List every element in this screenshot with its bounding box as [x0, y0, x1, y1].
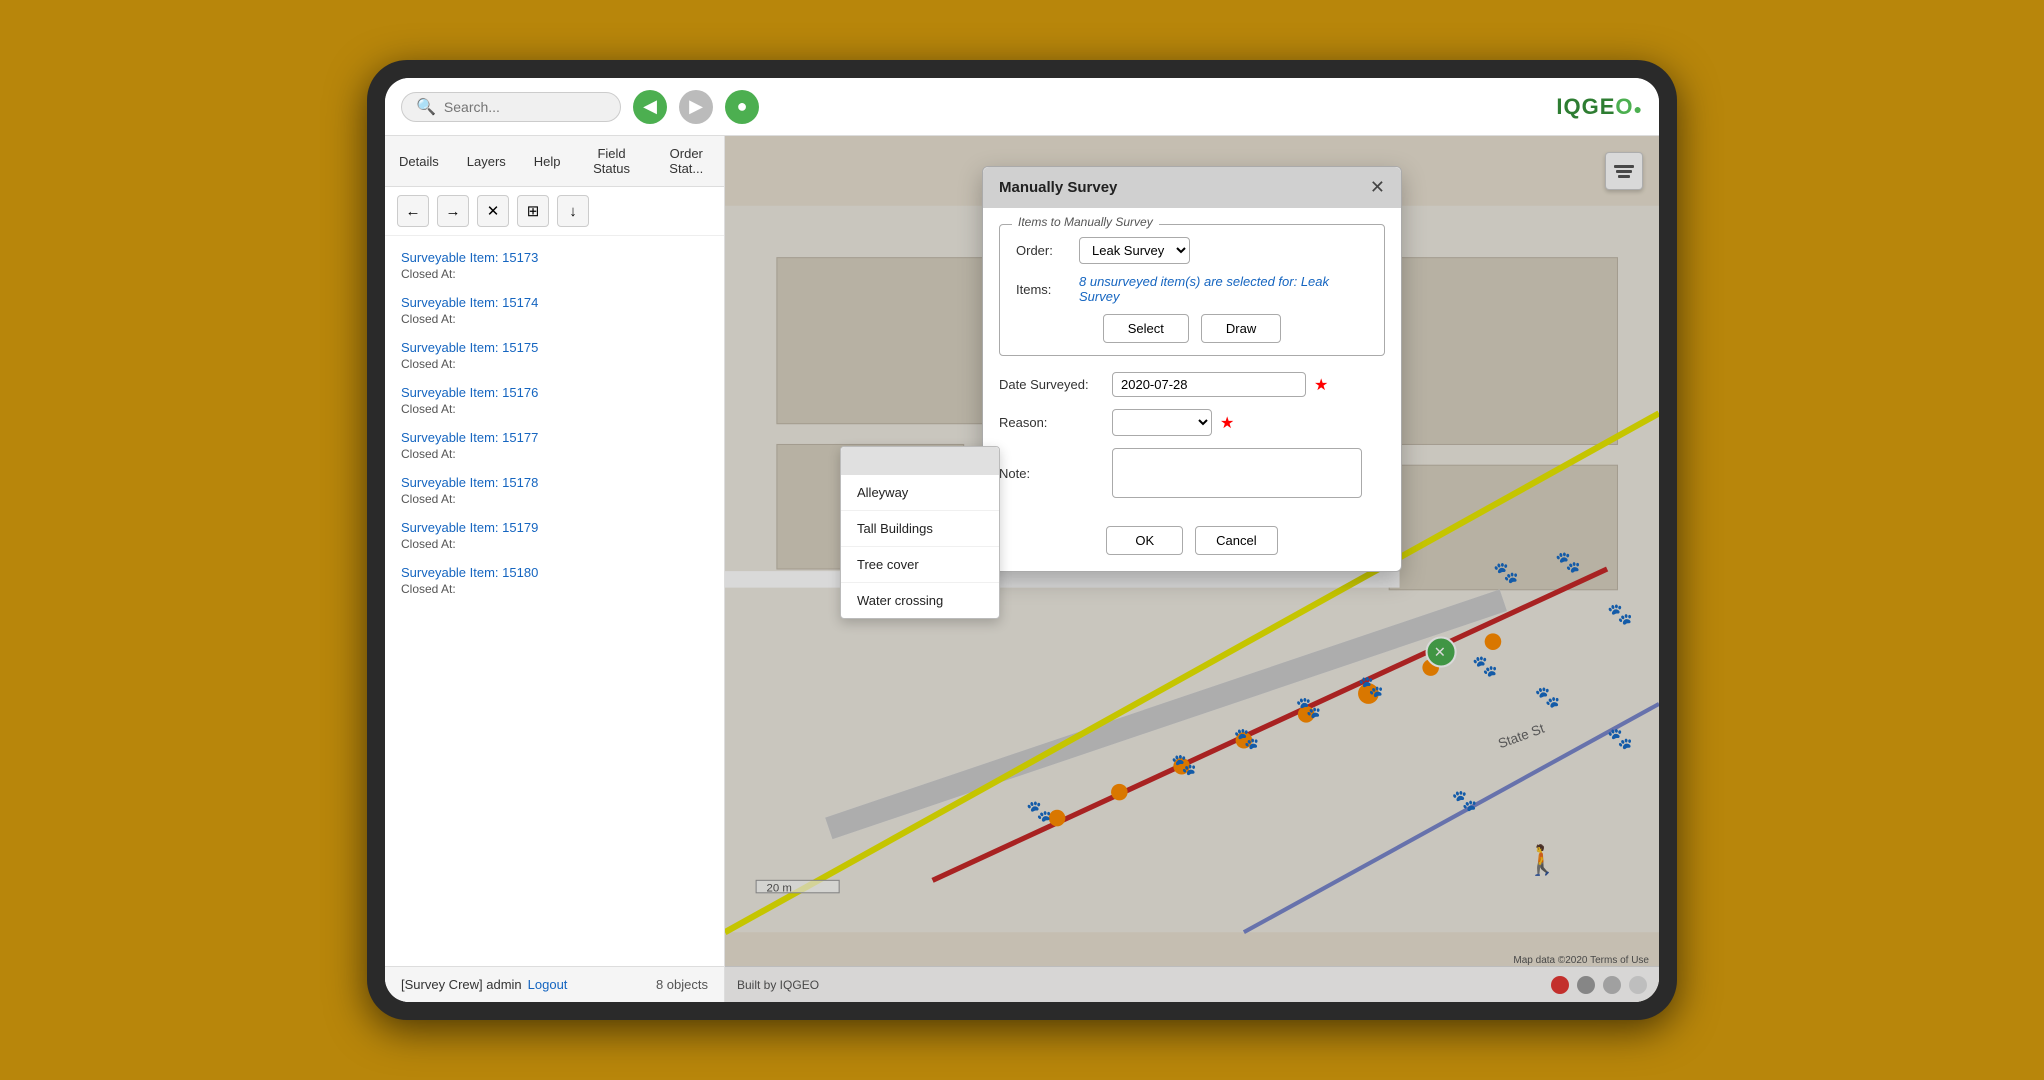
items-row: Items: 8 unsurveyed item(s) are selected…	[1016, 274, 1368, 304]
section-legend: Items to Manually Survey	[1012, 215, 1159, 229]
order-label: Order:	[1016, 243, 1071, 258]
list-item: Surveyable Item: 15180 Closed At:	[385, 559, 724, 604]
item-link-15180[interactable]: Surveyable Item: 15180	[401, 565, 708, 580]
toolbar-download[interactable]: ↓	[557, 195, 589, 227]
tablet-frame: 🔍 ◀ ▶ ● IQGEO● Details Layers Help Field…	[367, 60, 1677, 1020]
date-required-marker: ★	[1314, 375, 1328, 395]
dialog-body: Items to Manually Survey Order: Leak Sur…	[983, 208, 1401, 526]
item-sub-15180: Closed At:	[401, 582, 456, 596]
items-label: Items:	[1016, 282, 1071, 297]
objects-count: 8 objects	[656, 977, 708, 992]
item-sub-15174: Closed At:	[401, 312, 456, 326]
search-icon: 🔍	[416, 97, 436, 117]
list-item: Surveyable Item: 15176 Closed At:	[385, 379, 724, 424]
search-box[interactable]: 🔍	[401, 92, 621, 122]
dropdown-item-tree-cover[interactable]: Tree cover	[841, 547, 999, 583]
note-textarea[interactable]	[1112, 448, 1362, 498]
map-area[interactable]: 🐾 🐾 🐾 🐾 🐾 🐾 🐾 🐾 🐾 🐾 🐾 🐾 ✕	[725, 136, 1659, 1002]
list-item: Surveyable Item: 15175 Closed At:	[385, 334, 724, 379]
item-link-15173[interactable]: Surveyable Item: 15173	[401, 250, 708, 265]
item-link-15177[interactable]: Surveyable Item: 15177	[401, 430, 708, 445]
dropdown-header	[841, 447, 999, 475]
list-item: Surveyable Item: 15179 Closed At:	[385, 514, 724, 559]
draw-button[interactable]: Draw	[1201, 314, 1281, 343]
toolbar-close[interactable]: ✕	[477, 195, 509, 227]
item-list: Surveyable Item: 15173 Closed At: Survey…	[385, 236, 724, 966]
reason-dropdown-menu: Alleyway Tall Buildings Tree cover Water…	[840, 446, 1000, 619]
toolbar-row: ← → ✕ ⊞ ↓	[385, 187, 724, 236]
top-bar: 🔍 ◀ ▶ ● IQGEO●	[385, 78, 1659, 136]
item-sub-15178: Closed At:	[401, 492, 456, 506]
action-button[interactable]: ●	[725, 90, 759, 124]
item-link-15175[interactable]: Surveyable Item: 15175	[401, 340, 708, 355]
list-item: Surveyable Item: 15177 Closed At:	[385, 424, 724, 469]
list-item: Surveyable Item: 15173 Closed At:	[385, 244, 724, 289]
reason-select[interactable]: Alleyway Tall Buildings Tree cover Water…	[1112, 409, 1212, 436]
tab-details[interactable]: Details	[385, 136, 453, 186]
dialog-title: Manually Survey	[999, 179, 1117, 196]
dialog-overlay: Manually Survey ✕ Items to Manually Surv…	[725, 136, 1659, 1002]
item-link-15179[interactable]: Surveyable Item: 15179	[401, 520, 708, 535]
order-select[interactable]: Leak Survey	[1079, 237, 1190, 264]
dialog-close-button[interactable]: ✕	[1370, 177, 1385, 198]
dialog-footer: OK Cancel	[983, 526, 1401, 571]
note-row: Note:	[999, 448, 1385, 498]
item-sub-15176: Closed At:	[401, 402, 456, 416]
main-content: Details Layers Help Field Status Order S…	[385, 136, 1659, 1002]
item-sub-15175: Closed At:	[401, 357, 456, 371]
toolbar-back[interactable]: ←	[397, 195, 429, 227]
item-sub-15177: Closed At:	[401, 447, 456, 461]
app-logo: IQGEO●	[1556, 94, 1643, 120]
tablet-screen: 🔍 ◀ ▶ ● IQGEO● Details Layers Help Field…	[385, 78, 1659, 1002]
left-status-bar: [Survey Crew] admin Logout 8 objects	[385, 966, 724, 1002]
tab-layers[interactable]: Layers	[453, 136, 520, 186]
reason-required-marker: ★	[1220, 413, 1234, 433]
tab-order-status[interactable]: Order Stat...	[649, 136, 724, 186]
note-label: Note:	[999, 466, 1104, 481]
nav-tabs: Details Layers Help Field Status Order S…	[385, 136, 724, 187]
items-survey-section: Items to Manually Survey Order: Leak Sur…	[999, 224, 1385, 356]
search-input[interactable]	[444, 99, 604, 115]
item-link-15176[interactable]: Surveyable Item: 15176	[401, 385, 708, 400]
item-sub-15173: Closed At:	[401, 267, 456, 281]
toolbar-grid[interactable]: ⊞	[517, 195, 549, 227]
dropdown-item-water-crossing[interactable]: Water crossing	[841, 583, 999, 618]
toolbar-forward[interactable]: →	[437, 195, 469, 227]
manually-survey-dialog: Manually Survey ✕ Items to Manually Surv…	[982, 166, 1402, 572]
list-item: Surveyable Item: 15174 Closed At:	[385, 289, 724, 334]
order-row: Order: Leak Survey	[1016, 237, 1368, 264]
items-description: 8 unsurveyed item(s) are selected for: L…	[1079, 274, 1368, 304]
list-item: Surveyable Item: 15178 Closed At:	[385, 469, 724, 514]
forward-button[interactable]: ▶	[679, 90, 713, 124]
tab-field-status[interactable]: Field Status	[575, 136, 649, 186]
back-button[interactable]: ◀	[633, 90, 667, 124]
cancel-button[interactable]: Cancel	[1195, 526, 1277, 555]
date-surveyed-row: Date Surveyed: ★	[999, 372, 1385, 397]
left-panel: Details Layers Help Field Status Order S…	[385, 136, 725, 1002]
date-surveyed-input[interactable]	[1112, 372, 1306, 397]
date-surveyed-label: Date Surveyed:	[999, 377, 1104, 392]
item-sub-15179: Closed At:	[401, 537, 456, 551]
status-text: [Survey Crew] admin	[401, 977, 522, 992]
reason-label: Reason:	[999, 415, 1104, 430]
dialog-header: Manually Survey ✕	[983, 167, 1401, 208]
reason-row: Reason: Alleyway Tall Buildings Tree cov…	[999, 409, 1385, 436]
tab-help[interactable]: Help	[520, 136, 575, 186]
logout-link[interactable]: Logout	[528, 977, 568, 992]
select-draw-row: Select Draw	[1016, 314, 1368, 343]
ok-button[interactable]: OK	[1106, 526, 1183, 555]
item-link-15174[interactable]: Surveyable Item: 15174	[401, 295, 708, 310]
dropdown-item-tall-buildings[interactable]: Tall Buildings	[841, 511, 999, 547]
select-button[interactable]: Select	[1103, 314, 1189, 343]
dropdown-item-alleyway[interactable]: Alleyway	[841, 475, 999, 511]
item-link-15178[interactable]: Surveyable Item: 15178	[401, 475, 708, 490]
